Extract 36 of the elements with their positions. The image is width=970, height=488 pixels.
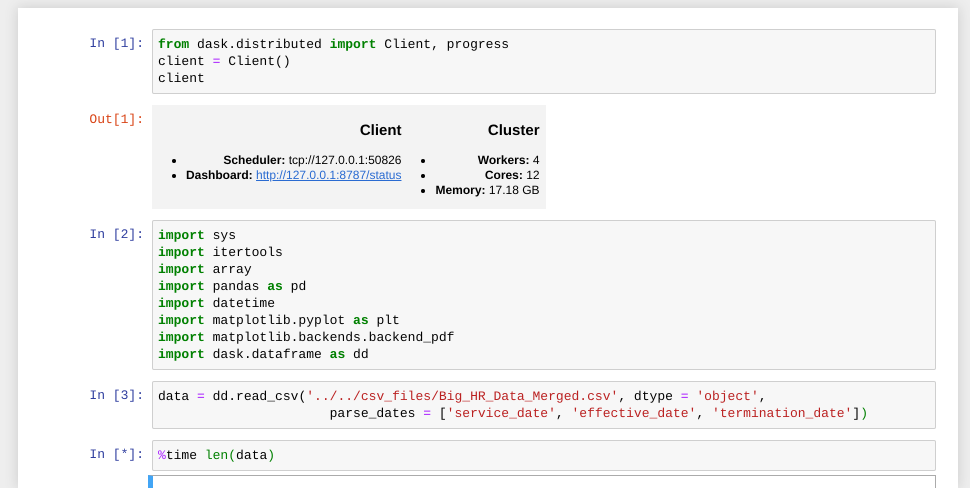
code-cell[interactable]: import sys import itertools import array import pandas as pd import datetime import matplotlib.pyplot as plt import matplotlib.backends.backend_pdf import dask.dataframe as dd	[152, 220, 936, 370]
column-heading: Cluster	[488, 122, 540, 139]
code-cell[interactable]: from dask.distributed import Client, progress client = Client() client	[152, 29, 936, 94]
field-label: Dashboard:	[186, 168, 253, 182]
code-line: import pandas as pd	[158, 278, 308, 295]
field-value: Memory: 17.18 GB	[435, 183, 540, 198]
code-line: import dask.dataframe as dd	[158, 346, 370, 363]
bullet-icon	[421, 174, 426, 178]
dashboard-link[interactable]: http://127.0.0.1:8787/status	[256, 168, 402, 182]
bullet-icon	[421, 158, 426, 162]
code-line: from dask.distributed import Client, progress	[158, 36, 510, 53]
code-line: import matplotlib.backends.backend_pdf	[158, 329, 456, 346]
code-line: import itertools	[158, 244, 284, 261]
input-prompt: In [*]:	[88, 446, 145, 463]
code-line: import datetime	[158, 295, 276, 312]
bullet-icon	[172, 174, 176, 178]
field-value: Workers: 4	[478, 153, 540, 168]
code-line: client	[158, 70, 206, 87]
column-heading: Client	[360, 122, 402, 139]
field-value: Cores: 12	[484, 168, 540, 183]
code-line: import sys	[158, 227, 238, 244]
code-line: import matplotlib.pyplot as plt	[158, 312, 401, 329]
code-line: parse_dates = ['service_date', 'effective_date', 'termination_date'])	[328, 405, 869, 422]
input-prompt: In [1]:	[88, 35, 145, 52]
code-cell[interactable]: data = dd.read_csv('../../csv_files/Big_HR_Data_Merged.csv', dtype = 'object', parse_dates = ['service_date', 'effective_date', 'termination_date'])	[152, 381, 936, 429]
code-line: import array	[158, 261, 253, 278]
input-prompt: In [2]:	[88, 226, 145, 243]
bullet-icon	[172, 158, 176, 162]
bullet-icon	[421, 188, 426, 192]
input-prompt: In [3]:	[88, 387, 145, 404]
output-prompt: Out[1]:	[88, 111, 145, 128]
code-line: data = dd.read_csv('../../csv_files/Big_HR_Data_Merged.csv', dtype = 'object',	[158, 388, 768, 405]
field-value: Scheduler: tcp://127.0.0.1:50826	[223, 153, 402, 168]
code-line: client = Client()	[158, 53, 292, 70]
code-line: %time len(data)	[158, 447, 276, 464]
code-cell[interactable]: %time len(data)	[152, 440, 936, 471]
